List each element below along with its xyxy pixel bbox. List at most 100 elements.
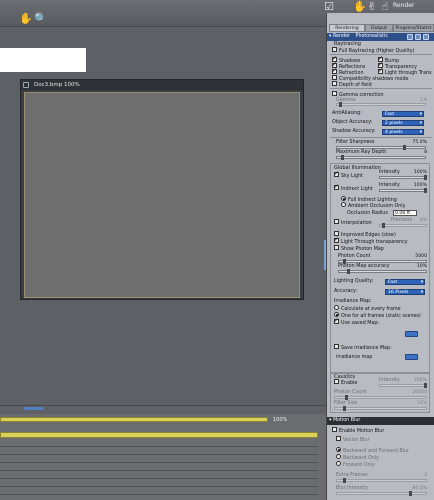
- backward-only-radio[interactable]: Backward Only: [336, 454, 379, 461]
- precision-label: Precision: [391, 218, 413, 223]
- photon-map-accuracy-slider[interactable]: [338, 269, 427, 274]
- tab-rendering[interactable]: Rendering: [329, 24, 365, 32]
- precision-slider[interactable]: [379, 223, 427, 228]
- slider-knob[interactable]: [424, 175, 427, 180]
- pose-hand-icon[interactable]: ✋: [353, 1, 367, 13]
- extra-frames-label: Extra Frames: [336, 473, 368, 478]
- vector-blur-checkbox[interactable]: Vector Blur: [336, 436, 369, 443]
- accuracy-select[interactable]: 16 Pixels: [385, 289, 425, 295]
- sky-intensity-slider[interactable]: [379, 175, 427, 180]
- camera-icon[interactable]: [407, 34, 413, 40]
- occlusion-radius-input[interactable]: 0.08 ft: [393, 210, 417, 216]
- enable-motion-blur-checkbox[interactable]: Enable Motion Blur: [332, 427, 384, 434]
- slider-knob[interactable]: [347, 269, 350, 274]
- track-divider: [0, 470, 318, 471]
- motion-blur-header[interactable]: ▾ Motion Blur: [327, 417, 434, 425]
- hand-icon[interactable]: ✋: [19, 13, 33, 25]
- document-title[interactable]: Doc3.bmp 100%: [21, 80, 303, 90]
- irradiance-map-label: Irradiance Map:: [334, 299, 372, 304]
- indirect-light-checkbox[interactable]: Indirect Light: [334, 183, 373, 192]
- caustics-photon-count-slider[interactable]: [334, 395, 427, 400]
- timeline-track[interactable]: [0, 432, 318, 438]
- render-icon[interactable]: [423, 34, 429, 40]
- caustics-photon-count-value: 20000: [412, 390, 427, 395]
- ambient-occlusion-radio[interactable]: Ambient Occlusion Only: [341, 202, 405, 209]
- blur-intensity-slider[interactable]: [336, 491, 427, 496]
- backward-forward-radio[interactable]: Backward and Forward Blur: [336, 447, 409, 454]
- precision-value: 4%: [419, 218, 427, 223]
- lighting-quality-label: Lighting Quality:: [334, 279, 374, 284]
- panel-tabs: Rendering Output Progress/Statist: [327, 24, 434, 32]
- track-divider: [0, 462, 318, 463]
- indirect-intensity-slider[interactable]: [379, 188, 427, 193]
- photon-map-accuracy-label: Photon Map accuracy: [338, 264, 390, 269]
- light-through-transparency-checkbox[interactable]: Light Through transparency: [334, 236, 408, 245]
- motion-blur-title: Motion Blur: [332, 418, 361, 423]
- one-for-all-radio[interactable]: One for all frames (static scenes): [334, 312, 421, 319]
- slider-knob[interactable]: [382, 223, 385, 228]
- zoom-icon[interactable]: 🔍: [34, 13, 48, 25]
- pose-hand-3-icon[interactable]: ☝: [379, 1, 391, 13]
- antialiasing-label: AntiAliasing:: [332, 111, 362, 116]
- object-accuracy-label: Object Accuracy:: [332, 120, 373, 125]
- caustics-intensity-slider[interactable]: [379, 383, 427, 388]
- slider-knob[interactable]: [345, 395, 348, 400]
- timeline-ruler: [0, 406, 326, 414]
- irradiance-map-name: irradiance map: [336, 355, 373, 360]
- blank-panel: [0, 48, 86, 72]
- tab-output[interactable]: Output: [365, 24, 393, 32]
- max-ray-depth-value: 8: [424, 150, 427, 155]
- slider-knob[interactable]: [424, 383, 427, 388]
- filter-size-value: 10%: [416, 401, 427, 406]
- track-divider: [0, 454, 318, 455]
- load-map-button[interactable]: [405, 331, 418, 337]
- interpolation-checkbox[interactable]: Interpolation: [334, 219, 372, 226]
- antialiasing-select[interactable]: Fast: [382, 111, 424, 117]
- caustics-photon-count-label: Photon Count: [334, 390, 367, 395]
- document-window[interactable]: Doc3.bmp 100%: [20, 79, 304, 300]
- slider-knob[interactable]: [424, 188, 427, 193]
- object-accuracy-select[interactable]: 2 pixels: [382, 120, 424, 126]
- checkbox-icon[interactable]: [332, 47, 337, 52]
- use-saved-map-checkbox[interactable]: Use saved Map:: [334, 317, 379, 326]
- divider: [330, 88, 432, 89]
- shadow-accuracy-select[interactable]: 4 pixels: [382, 129, 424, 135]
- lighting-quality-select[interactable]: Fast: [385, 279, 425, 285]
- panel-title: Render: [393, 2, 415, 9]
- close-icon[interactable]: [23, 82, 29, 88]
- check-icon[interactable]: ☑: [323, 1, 335, 13]
- sky-light-checkbox[interactable]: Sky Light: [334, 170, 363, 179]
- render-progress-bar: [0, 417, 268, 422]
- slider-knob[interactable]: [343, 406, 346, 411]
- max-ray-depth-slider[interactable]: [336, 155, 426, 160]
- pose-hand-2-icon[interactable]: ✌: [366, 1, 378, 13]
- photon-count-slider[interactable]: [338, 259, 427, 264]
- caustics-intensity-label: Intensity: [379, 378, 400, 383]
- settings-icon[interactable]: [415, 34, 421, 40]
- timeline-marker[interactable]: [24, 407, 44, 410]
- render-canvas[interactable]: [24, 92, 300, 298]
- improved-edges-checkbox[interactable]: Improved Edges (slow): [334, 231, 396, 238]
- slider-knob[interactable]: [409, 491, 412, 496]
- track-divider: [0, 494, 318, 495]
- extra-frames-slider[interactable]: [336, 478, 427, 483]
- show-photon-map-checkbox[interactable]: Show Photon Map: [334, 245, 384, 252]
- occlusion-radius-label: Occlusion Radius: [347, 211, 388, 216]
- render-header[interactable]: ▾ Render Photorealistic: [327, 33, 434, 41]
- tab-progress[interactable]: Progress/Statist: [393, 24, 434, 32]
- filter-size-slider[interactable]: [334, 406, 427, 411]
- slider-knob[interactable]: [339, 102, 342, 107]
- slider-knob[interactable]: [341, 155, 344, 160]
- forward-only-radio[interactable]: Forward Only: [336, 461, 375, 468]
- save-map-button[interactable]: [405, 354, 418, 360]
- caustics-enable-checkbox[interactable]: Enable: [334, 379, 357, 386]
- filter-sharpness-label: Filter Sharpness: [336, 140, 375, 145]
- calc-every-frame-radio[interactable]: Calculate at every frame: [334, 305, 401, 312]
- extra-frames-value: 3: [424, 473, 427, 478]
- photon-map-accuracy-value: 10%: [416, 264, 427, 269]
- save-irradiance-checkbox[interactable]: Save irradiance Map:: [334, 344, 392, 351]
- slider-knob[interactable]: [343, 478, 346, 483]
- slider-knob[interactable]: [403, 145, 406, 150]
- gamma-slider[interactable]: [336, 102, 426, 107]
- filter-sharpness-slider[interactable]: [336, 145, 426, 150]
